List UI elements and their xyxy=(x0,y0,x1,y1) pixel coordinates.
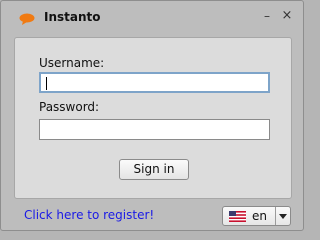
chevron-down-icon[interactable] xyxy=(278,210,288,222)
language-value: en xyxy=(252,209,267,223)
dropdown-divider xyxy=(275,207,276,225)
username-input[interactable] xyxy=(39,72,270,93)
password-label: Password: xyxy=(39,100,100,114)
login-panel: Username: Password: Sign in xyxy=(14,37,292,199)
sign-in-button[interactable]: Sign in xyxy=(119,159,189,180)
minimize-button[interactable]: – xyxy=(262,9,272,23)
password-input[interactable] xyxy=(39,119,270,140)
close-button[interactable]: × xyxy=(281,9,293,23)
login-window: Instanto – × Username: Password: Sign in… xyxy=(0,0,304,231)
speech-bubble-icon xyxy=(19,13,35,25)
window-title: Instanto xyxy=(44,10,101,24)
username-label: Username: xyxy=(39,56,105,70)
us-flag-icon xyxy=(229,211,246,222)
text-caret xyxy=(46,77,47,90)
language-select[interactable]: en xyxy=(222,206,291,226)
register-link[interactable]: Click here to register! xyxy=(24,208,154,222)
title-bar[interactable]: Instanto – × xyxy=(1,1,303,35)
